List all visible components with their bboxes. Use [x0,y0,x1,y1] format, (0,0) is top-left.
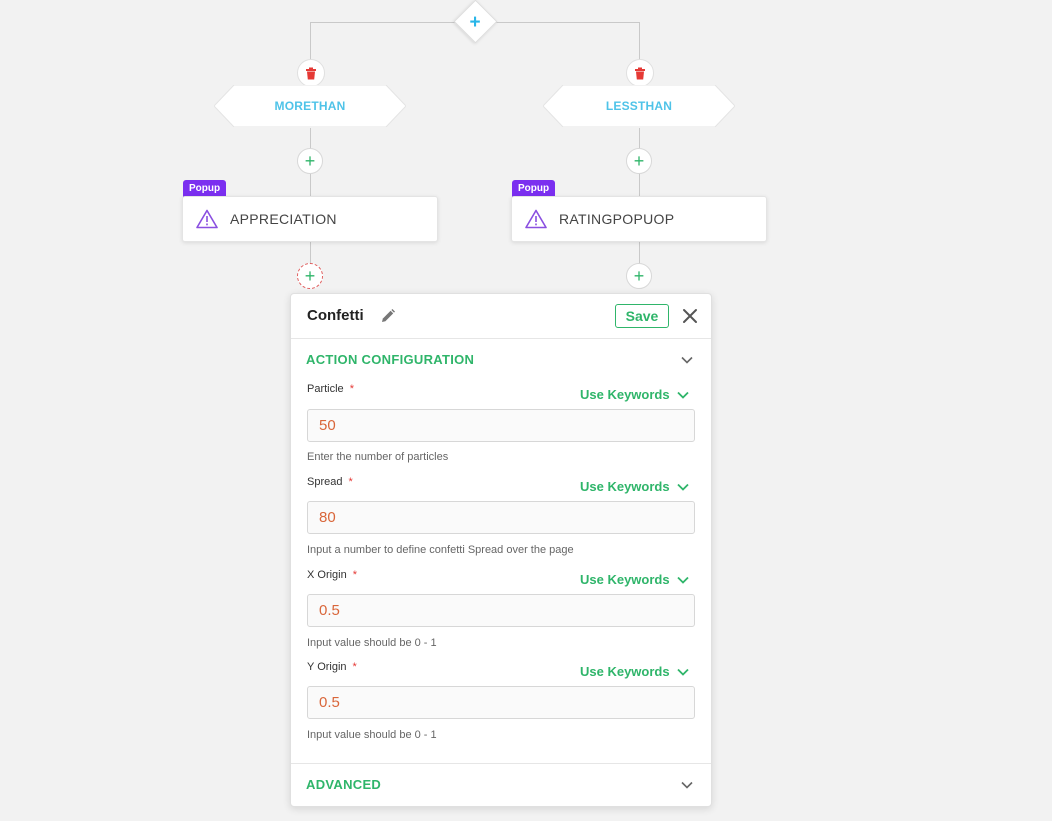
spread-input[interactable] [307,501,695,534]
required-asterisk: * [349,383,354,395]
field-label-x-origin: X Origin * [307,569,357,581]
action-node-appreciation[interactable]: APPRECIATION [182,196,438,242]
required-asterisk: * [348,476,353,488]
field-label-particle: Particle * [307,383,354,395]
use-keywords-label: Use Keywords [580,479,670,494]
delete-branch-button[interactable] [297,59,325,87]
chevron-down-icon [676,483,689,491]
y-origin-input[interactable] [307,686,695,719]
chevron-down-icon [676,576,689,584]
particle-input[interactable] [307,409,695,442]
add-step-button[interactable]: + [626,263,652,289]
pencil-icon[interactable] [380,308,396,324]
use-keywords-dropdown[interactable]: Use Keywords [580,572,690,587]
chevron-down-icon [676,668,689,676]
action-name: RATINGPOPUOP [559,211,675,227]
action-name: APPRECIATION [230,211,337,227]
field-help-text: Input value should be 0 - 1 [307,637,437,649]
field-help-text: Input a number to define confetti Spread… [307,544,574,556]
trash-icon [635,67,645,79]
add-step-button[interactable]: + [297,148,323,174]
warning-icon [525,209,547,229]
connector-line [310,242,311,264]
close-icon[interactable] [681,307,699,325]
panel-title: Confetti [307,307,364,324]
condition-node-lessthan[interactable]: LESSTHAN [543,85,735,127]
section-advanced[interactable]: ADVANCED [306,777,381,792]
section-action-configuration[interactable]: ACTION CONFIGURATION [306,352,474,367]
field-help-text: Enter the number of particles [307,451,449,463]
x-origin-input[interactable] [307,594,695,627]
field-label-text: Particle [307,383,344,395]
action-type-badge: Popup [183,180,227,197]
warning-icon [196,209,218,229]
use-keywords-dropdown[interactable]: Use Keywords [580,387,690,402]
flow-canvas: + MORETHAN + Popup APPRECIATION + LESSTH… [0,0,1052,821]
chevron-down-icon [676,391,689,399]
field-label-text: Spread [307,476,343,488]
add-branch-button[interactable]: + [453,0,497,44]
required-asterisk: * [352,661,357,673]
add-step-button[interactable]: + [626,148,652,174]
use-keywords-dropdown[interactable]: Use Keywords [580,664,690,679]
plus-icon: + [633,266,645,286]
field-label-spread: Spread * [307,476,353,488]
use-keywords-label: Use Keywords [580,664,670,679]
plus-icon: + [469,11,481,33]
field-label-y-origin: Y Origin * [307,661,357,673]
delete-branch-button[interactable] [626,59,654,87]
condition-label: LESSTHAN [605,99,673,113]
trash-icon [306,67,316,79]
field-label-text: X Origin [307,569,347,581]
chevron-down-icon[interactable] [679,777,695,793]
section-divider [291,763,711,764]
plus-icon: + [304,266,316,286]
use-keywords-label: Use Keywords [580,572,670,587]
chevron-down-icon[interactable] [679,352,695,368]
connector-line [639,242,640,264]
condition-label: MORETHAN [274,99,346,113]
action-type-badge: Popup [512,180,556,197]
add-step-button-active[interactable]: + [297,263,323,289]
action-config-panel: Confetti Save ACTION CONFIGURATION Parti… [290,293,712,807]
use-keywords-label: Use Keywords [580,387,670,402]
condition-node-morethan[interactable]: MORETHAN [214,85,406,127]
plus-icon: + [304,151,316,171]
action-node-ratingpopup[interactable]: RATINGPOPUOP [511,196,767,242]
required-asterisk: * [352,569,358,581]
use-keywords-dropdown[interactable]: Use Keywords [580,479,690,494]
panel-header: Confetti Save [291,294,711,339]
save-button[interactable]: Save [615,304,669,328]
field-help-text: Input value should be 0 - 1 [307,729,437,741]
field-label-text: Y Origin [307,661,347,673]
plus-icon: + [633,151,645,171]
